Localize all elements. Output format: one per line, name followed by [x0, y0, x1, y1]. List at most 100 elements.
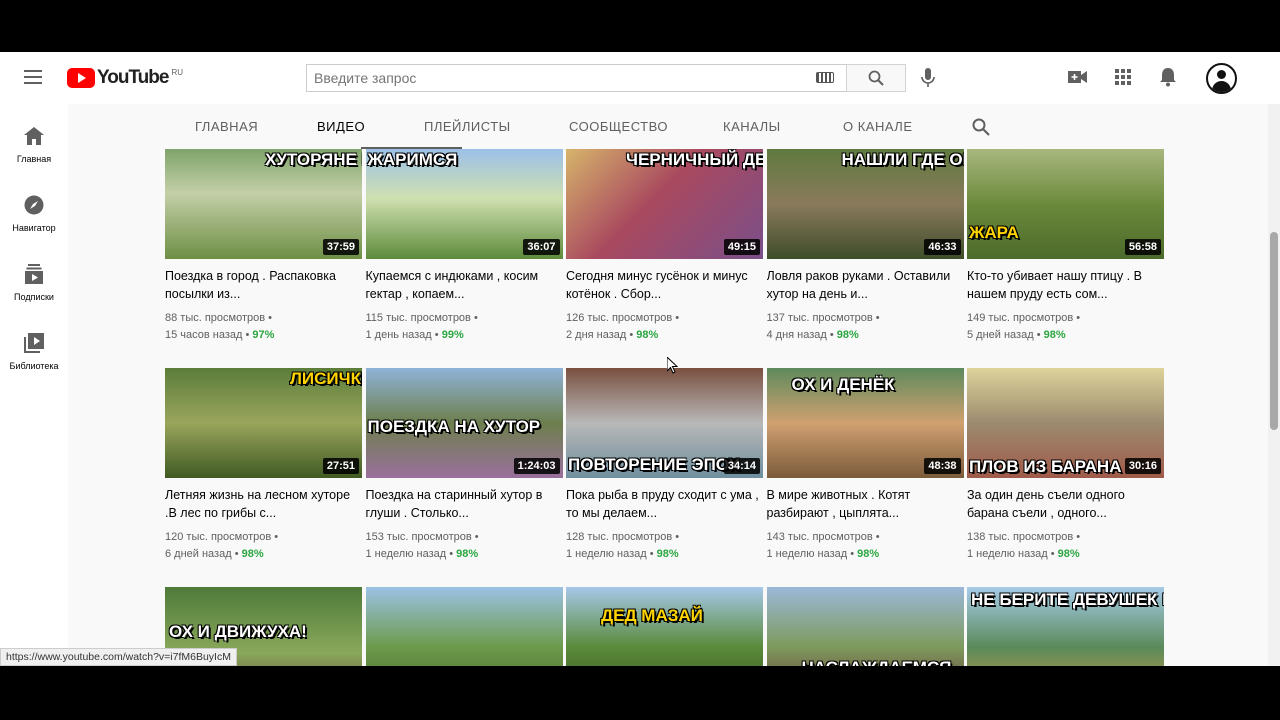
mic-icon [921, 68, 935, 87]
sidebar-item-label: Главная [16, 154, 52, 164]
keyboard-icon[interactable] [816, 72, 834, 83]
video-card[interactable]: НАСЛАЖДАЕМСЯ [766, 587, 964, 666]
video-thumbnail[interactable]: ЧЕРНИЧНЫЙ ДЕНЬ 49:15 [566, 149, 763, 259]
video-card[interactable]: ПОЕЗДКА НА ХУТОР 1:24:03 Поездка на старин… [365, 368, 563, 563]
tab-videos[interactable]: ВИДЕО [317, 119, 365, 134]
video-card[interactable]: ДЕД МАЗАЙ [566, 587, 763, 666]
sidebar-item-label: Библиотека [9, 361, 59, 371]
youtube-logo[interactable]: YouTube RU [67, 67, 183, 89]
tab-channels[interactable]: КАНАЛЫ [723, 119, 781, 134]
video-duration: 46:33 [924, 239, 961, 255]
video-thumbnail[interactable]: ПОВТОРЕНИЕ ЭПОХ 34:14 [566, 368, 763, 478]
search-icon [972, 118, 990, 136]
video-card[interactable]: ЛИСИЧКИ 2021 27:51 Летняя жизнь на лесном … [165, 368, 362, 563]
upload-age: 1 неделю назад [566, 548, 647, 560]
search-bar [306, 64, 906, 92]
tab-community[interactable]: СООБЩЕСТВО [569, 119, 668, 134]
video-title[interactable]: Ловля раков руками . Оставили хутор на д… [767, 267, 964, 303]
video-title[interactable]: За один день съели одного барана съели ,… [967, 486, 1164, 522]
notifications-button[interactable] [1156, 65, 1180, 89]
video-card[interactable]: ХУТОРЯНЕ В ГОРОДЕ 37:59 Поездка в город . … [165, 149, 362, 344]
scrollbar-thumb[interactable] [1270, 232, 1278, 430]
thumbnail-caption: НАШЛИ ГДЕ ОНИ ЗИМУЮТ [841, 150, 964, 169]
video-meta: 143 тыс. просмотров • 1 неделю назад • 98… [766, 531, 880, 560]
video-meta: 128 тыс. просмотров • 1 неделю назад • 98… [566, 531, 680, 560]
video-title[interactable]: Пока рыба в пруду сходит с ума , то мы д… [566, 486, 763, 522]
video-thumbnail[interactable]: ХУТОРЯНЕ В ГОРОДЕ 37:59 [165, 149, 362, 259]
video-thumbnail[interactable] [365, 587, 563, 666]
thumbnail-caption: ПОВТОРЕНИЕ ЭПОХ [568, 455, 740, 474]
video-thumbnail[interactable]: ЛИСИЧКИ 2021 27:51 [165, 368, 362, 478]
rating-percent: 97% [252, 329, 275, 341]
search-button[interactable] [846, 64, 906, 92]
search-icon [868, 70, 884, 86]
video-card[interactable]: НАШЛИ ГДЕ ОНИ ЗИМУЮТ 46:33 Ловля раков рук… [766, 149, 964, 344]
video-title[interactable]: Поездка в город . Распаковка посылки из.… [165, 267, 362, 303]
logo-region: RU [171, 67, 184, 77]
tab-about[interactable]: О КАНАЛЕ [843, 119, 913, 134]
sidebar-item-explore[interactable]: Навигатор [0, 193, 68, 233]
video-title[interactable]: Летняя жизнь на лесном хуторе .В лес по … [165, 486, 362, 522]
compass-icon [22, 193, 46, 217]
video-title[interactable]: В мире животных . Котят разбирают , цыпл… [767, 486, 964, 522]
video-thumbnail[interactable]: НЕ БЕРИТЕ ДЕВУШЕК В ЛОДКУ [967, 587, 1164, 666]
rating-percent: 98% [857, 548, 880, 560]
video-title[interactable]: Кто-то убивает нашу птицу . В нашем пруд… [967, 267, 1164, 303]
video-card[interactable]: ЖАРА 56:58 Кто-то убивает нашу птицу . В н… [967, 149, 1164, 344]
menu-icon[interactable] [24, 70, 42, 84]
sidebar: Главная Навигатор Подписки Библиотека [0, 104, 68, 666]
logo-text: YouTube [97, 67, 169, 88]
tab-playlists[interactable]: ПЛЕЙЛИСТЫ [424, 119, 511, 134]
video-card[interactable]: НЕ БЕРИТЕ ДЕВУШЕК В ЛОДКУ [967, 587, 1164, 666]
video-thumbnail[interactable]: ПЛОВ ИЗ БАРАНА 30:16 [967, 368, 1164, 478]
video-title[interactable]: Поездка на старинный хутор в глуши . Сто… [366, 486, 563, 522]
video-thumbnail[interactable]: ПОЕЗДКА НА ХУТОР 1:24:03 [365, 368, 563, 478]
video-card[interactable]: ЖАРИМСЯ 36:07 Купаемся с индюками , косим … [365, 149, 563, 344]
thumbnail-caption: ОХ И ДЕНЁК [791, 375, 895, 394]
scrollbar[interactable] [1268, 104, 1280, 666]
play-logo-icon [67, 68, 95, 88]
rating-percent: 98% [1043, 329, 1066, 341]
video-thumbnail[interactable]: ОХ И ДЕНЁК 48:38 [766, 368, 964, 478]
video-card[interactable]: ОХ И ДЕНЁК 48:38 В мире животных . Котят р… [766, 368, 964, 563]
thumbnail-caption: ЧЕРНИЧНЫЙ ДЕНЬ [626, 150, 763, 169]
video-duration: 49:15 [723, 239, 760, 255]
view-count: 128 тыс. просмотров [566, 531, 673, 543]
sidebar-item-subscriptions[interactable]: Подписки [0, 262, 68, 302]
rating-percent: 98% [1057, 548, 1080, 560]
video-thumbnail[interactable]: ЖАРИМСЯ 36:07 [365, 149, 563, 259]
view-count: 153 тыс. просмотров [365, 531, 472, 543]
mic-button[interactable] [920, 68, 936, 93]
video-card[interactable]: ЧЕРНИЧНЫЙ ДЕНЬ 49:15 Сегодня минус гусёнок… [566, 149, 763, 344]
tab-home[interactable]: ГЛАВНАЯ [195, 119, 258, 134]
video-thumbnail[interactable]: НАШЛИ ГДЕ ОНИ ЗИМУЮТ 46:33 [766, 149, 964, 259]
rating-percent: 98% [836, 329, 859, 341]
thumbnail-caption: ОХ И ДВИЖУХА! [169, 622, 307, 641]
rating-percent: 98% [656, 548, 679, 560]
upload-age: 6 дней назад [165, 548, 232, 560]
video-card[interactable]: ПОВТОРЕНИЕ ЭПОХ 34:14 Пока рыба в пруду сх… [566, 368, 763, 563]
subscriptions-icon [22, 262, 46, 286]
thumbnail-caption: ДЕД МАЗАЙ [601, 606, 703, 625]
rating-percent: 98% [241, 548, 264, 560]
video-title[interactable]: Сегодня минус гусёнок и минус котёнок . … [566, 267, 763, 303]
video-meta: 153 тыс. просмотров • 1 неделю назад • 98… [365, 531, 479, 560]
avatar[interactable] [1206, 63, 1237, 94]
view-count: 120 тыс. просмотров [165, 531, 272, 543]
video-card[interactable]: ПЛОВ ИЗ БАРАНА 30:16 За один день съели од… [967, 368, 1164, 563]
library-icon [22, 331, 46, 355]
search-input[interactable] [306, 64, 846, 92]
video-thumbnail[interactable]: НАСЛАЖДАЕМСЯ [766, 587, 964, 666]
create-video-button[interactable] [1066, 65, 1090, 89]
sidebar-item-home[interactable]: Главная [0, 124, 68, 164]
video-thumbnail[interactable]: ЖАРА 56:58 [967, 149, 1164, 259]
sidebar-item-library[interactable]: Библиотека [0, 331, 68, 371]
rating-percent: 98% [456, 548, 479, 560]
channel-search-button[interactable] [972, 118, 990, 141]
video-card[interactable] [365, 587, 563, 666]
video-title[interactable]: Купаемся с индюками , косим гектар , коп… [366, 267, 563, 303]
view-count: 126 тыс. просмотров [566, 312, 673, 324]
apps-button[interactable] [1111, 65, 1135, 89]
video-thumbnail[interactable]: ДЕД МАЗАЙ [566, 587, 763, 666]
upload-age: 5 дней назад [967, 329, 1034, 341]
